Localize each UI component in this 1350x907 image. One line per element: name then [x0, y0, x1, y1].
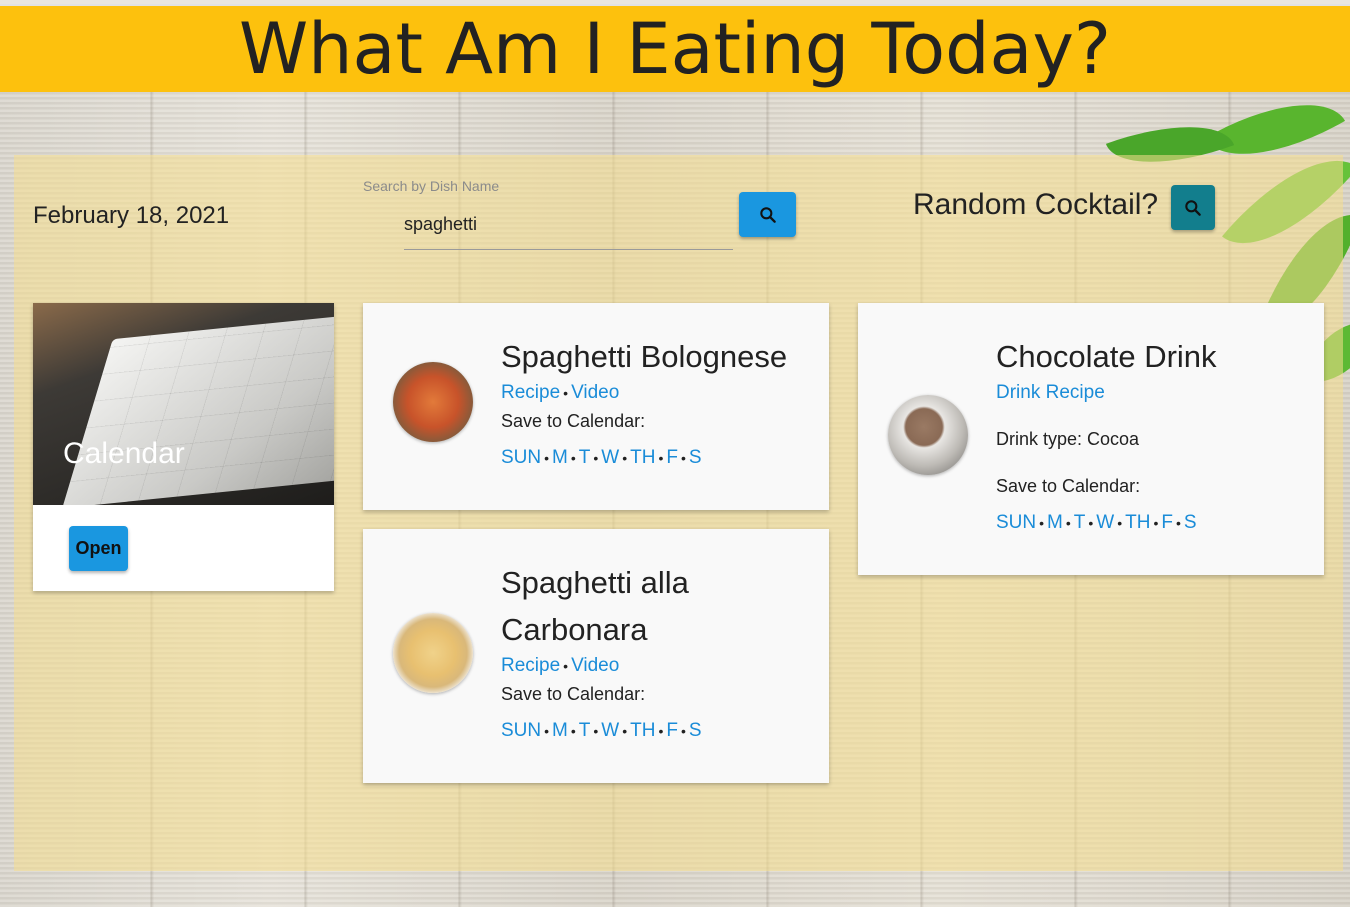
- drink-type: Drink type: Cocoa: [996, 429, 1140, 449]
- calendar-image: Calendar: [33, 303, 334, 505]
- random-cocktail-button[interactable]: [1171, 185, 1215, 230]
- dish-links: Recipe • Video: [501, 382, 620, 403]
- drink-image: [888, 395, 968, 475]
- drink-links: Drink Recipe: [996, 382, 1105, 404]
- dish-links: Recipe • Video: [501, 655, 620, 676]
- day-link-t[interactable]: T: [579, 720, 591, 741]
- drink-recipe-link[interactable]: Drink Recipe: [996, 382, 1105, 403]
- calendar-card-title: Calendar: [63, 437, 185, 470]
- random-cocktail-label: Random Cocktail?: [913, 188, 1159, 221]
- day-link-th[interactable]: TH: [1125, 512, 1150, 533]
- app-title: What Am I Eating Today?: [238, 8, 1112, 90]
- open-calendar-button[interactable]: Open: [69, 526, 128, 571]
- app-header: What Am I Eating Today?: [0, 4, 1350, 92]
- day-link-t[interactable]: T: [1074, 512, 1086, 533]
- search-icon: [759, 206, 776, 223]
- recipe-link[interactable]: Recipe: [501, 382, 560, 403]
- video-link[interactable]: Video: [571, 655, 619, 676]
- search-label: Search by Dish Name: [363, 178, 500, 194]
- save-to-calendar-label: Save to Calendar:: [996, 476, 1141, 496]
- dish-title: Spaghetti Bolognese: [501, 339, 788, 374]
- day-link-s[interactable]: S: [689, 447, 702, 468]
- video-link[interactable]: Video: [571, 382, 619, 403]
- day-link-sun[interactable]: SUN: [996, 512, 1036, 533]
- day-link-t[interactable]: T: [579, 447, 591, 468]
- current-date: February 18, 2021: [33, 202, 230, 229]
- day-link-f[interactable]: F: [1161, 512, 1173, 533]
- day-link-w[interactable]: W: [1096, 512, 1114, 533]
- day-link-sun[interactable]: SUN: [501, 447, 541, 468]
- recipe-link[interactable]: Recipe: [501, 655, 560, 676]
- day-link-f[interactable]: F: [666, 720, 678, 741]
- day-link-s[interactable]: S: [689, 720, 702, 741]
- save-to-calendar-label: Save to Calendar:: [501, 411, 646, 431]
- search-button[interactable]: [739, 192, 796, 237]
- day-link-th[interactable]: TH: [630, 447, 655, 468]
- day-links: SUN • M • T • W • TH • F • S: [501, 447, 702, 468]
- drink-card: Chocolate Drink Drink Recipe Drink type:…: [858, 303, 1324, 575]
- dish-image: [393, 362, 473, 442]
- day-link-m[interactable]: M: [552, 447, 568, 468]
- day-link-sun[interactable]: SUN: [501, 720, 541, 741]
- dish-card: Spaghetti alla Carbonara Recipe • Video Sa…: [363, 529, 829, 783]
- save-to-calendar-label: Save to Calendar:: [501, 684, 646, 704]
- calendar-card: Calendar Open: [33, 303, 334, 591]
- day-links: SUN • M • T • W • TH • F • S: [501, 720, 702, 741]
- day-link-m[interactable]: M: [1047, 512, 1063, 533]
- dish-image: [393, 613, 473, 693]
- day-link-f[interactable]: F: [666, 447, 678, 468]
- day-link-w[interactable]: W: [601, 720, 619, 741]
- day-link-th[interactable]: TH: [630, 720, 655, 741]
- dish-card: Spaghetti Bolognese Recipe • Video Save to…: [363, 303, 829, 510]
- day-link-w[interactable]: W: [601, 447, 619, 468]
- search-icon: [1185, 199, 1201, 216]
- day-link-s[interactable]: S: [1184, 512, 1197, 533]
- search-input[interactable]: [404, 200, 733, 250]
- day-link-m[interactable]: M: [552, 720, 568, 741]
- dish-title: Spaghetti alla Carbonara: [501, 565, 689, 647]
- drink-title: Chocolate Drink: [996, 339, 1217, 374]
- day-links: SUN • M • T • W • TH • F • S: [996, 512, 1197, 533]
